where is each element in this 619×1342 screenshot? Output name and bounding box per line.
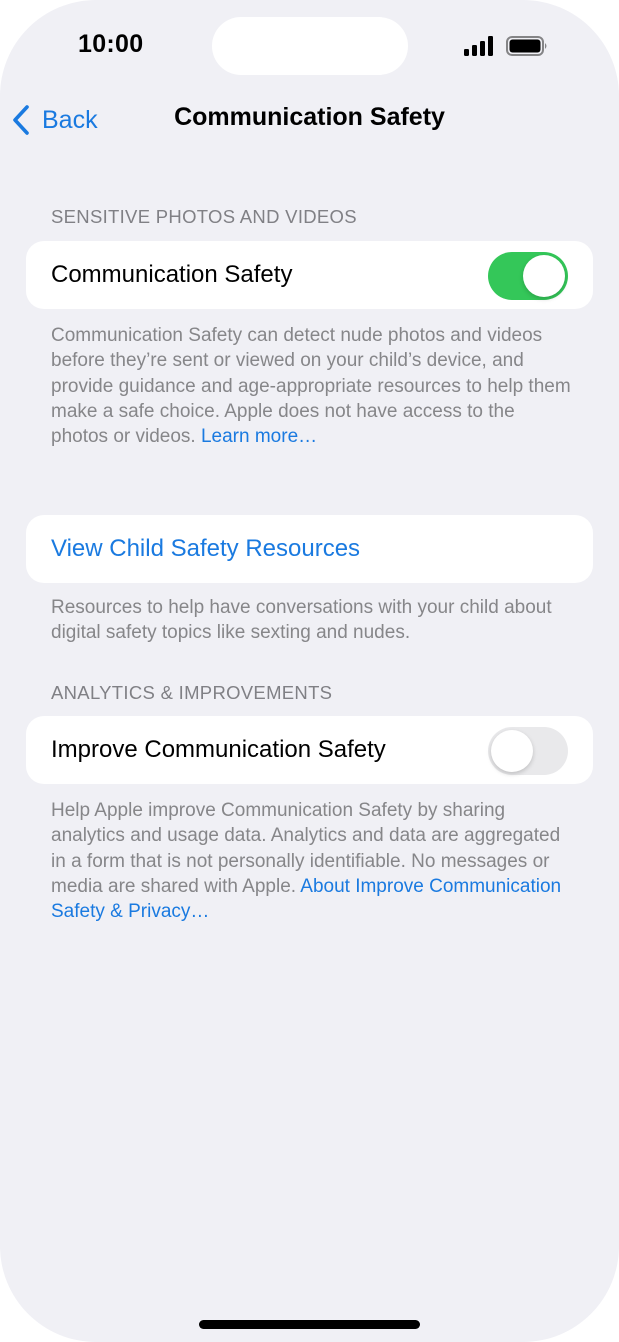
- section-header-sensitive: SENSITIVE PHOTOS AND VIDEOS: [51, 206, 357, 227]
- communication-safety-label: Communication Safety: [51, 261, 293, 288]
- view-child-safety-resources-link[interactable]: View Child Safety Resources: [51, 515, 360, 583]
- section-header-analytics: ANALYTICS & IMPROVEMENTS: [51, 682, 333, 703]
- analytics-description: Help Apple improve Communication Safety …: [51, 798, 571, 924]
- resources-description: Resources to help have conversations wit…: [51, 597, 552, 644]
- dynamic-island: [212, 17, 408, 75]
- status-time: 10:00: [78, 30, 144, 58]
- learn-more-link[interactable]: Learn more…: [201, 426, 317, 447]
- communication-safety-description: Communication Safety can detect nude pho…: [51, 323, 571, 449]
- improve-communication-safety-row: Improve Communication Safety: [26, 716, 593, 784]
- page-title: Communication Safety: [174, 103, 445, 131]
- improve-communication-safety-label: Improve Communication Safety: [51, 736, 386, 763]
- view-child-safety-resources-row[interactable]: View Child Safety Resources: [26, 515, 593, 583]
- improve-communication-safety-toggle[interactable]: [488, 727, 568, 775]
- battery-full-icon: [506, 36, 547, 56]
- toggle-knob: [523, 255, 565, 297]
- phone-screen: 10:00 Back Communication Safety SENSITIV…: [0, 0, 619, 1342]
- communication-safety-toggle[interactable]: [488, 252, 568, 300]
- communication-safety-row: Communication Safety: [26, 241, 593, 309]
- home-indicator[interactable]: [199, 1320, 420, 1329]
- cellular-signal-icon: [464, 36, 493, 56]
- toggle-knob: [491, 730, 533, 772]
